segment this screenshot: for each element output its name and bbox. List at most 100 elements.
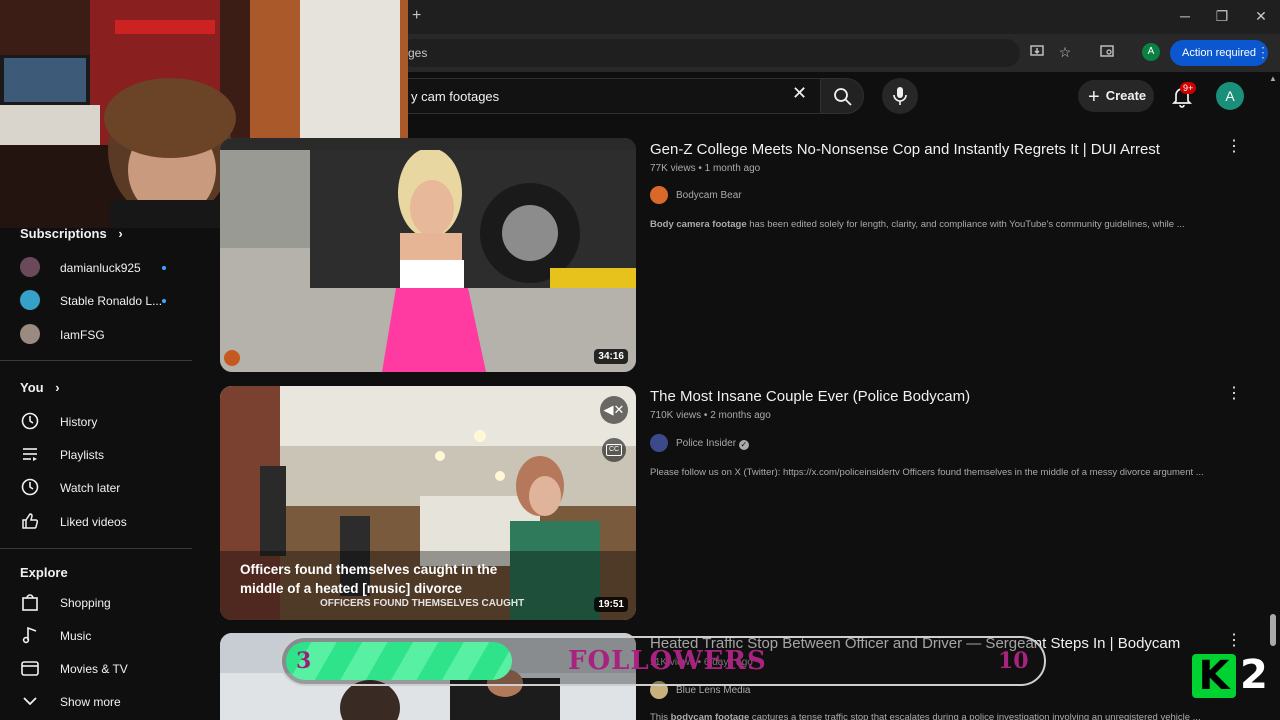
upload-age: 1 month ago — [704, 163, 761, 174]
subscription-item-damianluck925[interactable]: damianluck925 — [20, 257, 200, 281]
cc-label: CC — [606, 444, 622, 456]
chevron-right-icon: › — [55, 380, 60, 395]
close-window-icon[interactable]: ✕ — [1251, 8, 1271, 25]
clock-icon — [21, 478, 39, 496]
thumbs-up-icon — [22, 513, 39, 529]
history-icon — [21, 412, 39, 430]
sidebar-item-label: Music — [60, 629, 92, 643]
new-content-dot — [162, 299, 166, 303]
more-actions-icon[interactable]: ⋮ — [1226, 633, 1242, 649]
channel-avatar — [20, 290, 40, 310]
video-duration: 34:16 — [594, 349, 628, 364]
scroll-up-arrow-icon[interactable]: ▲ — [1269, 74, 1277, 83]
kick-logo: K — [1192, 654, 1236, 698]
music-note-icon — [22, 626, 37, 644]
upload-age: 2 months ago — [710, 410, 771, 421]
view-count: 77K views — [650, 163, 696, 174]
subscription-item-iamfsg[interactable]: IamFSG — [20, 324, 200, 348]
new-content-dot — [162, 266, 166, 270]
channel-avatar — [20, 324, 40, 344]
sidebar-item-label: Show more — [60, 695, 121, 709]
sidebar-item-label: History — [60, 415, 98, 429]
sidebar-item-label: Watch later — [60, 481, 121, 495]
sidebar-show-more[interactable]: Show more — [20, 691, 200, 715]
address-bar[interactable]: ges — [400, 39, 1020, 67]
channel-avatar — [650, 186, 668, 204]
shopping-bag-icon — [22, 594, 38, 611]
sidebar-item-movies-tv[interactable]: Movies & TV — [20, 658, 200, 682]
video-description: This bodycam footage captures a tense tr… — [650, 712, 1250, 720]
description-text: captures a tense traffic stop that escal… — [749, 712, 1201, 720]
bookmark-star-icon[interactable]: ☆ — [1056, 44, 1074, 61]
sidebar-item-label: Movies & TV — [60, 662, 128, 676]
video-title[interactable]: The Most Insane Couple Ever (Police Body… — [650, 388, 1210, 405]
follower-goal-fill — [286, 642, 512, 680]
video-metadata: 77K views • 1 month ago — [650, 163, 761, 174]
page-scrollbar[interactable]: ▲ — [1269, 74, 1277, 698]
film-icon — [21, 661, 39, 676]
sidebar-item-liked-videos[interactable]: Liked videos — [20, 511, 200, 535]
follower-goal-bar: 3 FOLLOWERS 10 — [280, 636, 1046, 686]
subscriptions-heading-label: Subscriptions — [20, 226, 107, 241]
chevron-down-icon — [23, 697, 37, 706]
search-query-text: y cam footages — [411, 89, 500, 104]
you-heading[interactable]: You › — [20, 380, 60, 395]
search-button[interactable] — [820, 78, 864, 114]
description-text: has been edited solely for length, clari… — [746, 219, 1185, 230]
you-heading-label: You — [20, 380, 44, 395]
sidebar-item-shopping[interactable]: Shopping — [20, 592, 200, 616]
kick-viewer-count: 2 — [1240, 652, 1268, 698]
channel-name-wrap: Police Insider ✓ — [676, 438, 749, 450]
more-actions-icon[interactable]: ⋮ — [1226, 139, 1242, 155]
view-count: 710K views — [650, 410, 702, 421]
sidebar-item-history[interactable]: History — [20, 411, 200, 435]
description-highlight: bodycam footage — [670, 712, 750, 720]
microphone-icon — [893, 87, 907, 105]
playlists-icon — [23, 448, 37, 461]
video-description: Body camera footage has been edited sole… — [650, 219, 1250, 230]
follower-goal-target: 10 — [998, 648, 1029, 674]
sidebar-item-label: Liked videos — [60, 515, 127, 529]
caption-overlay: Officers found themselves caught in the … — [240, 562, 498, 596]
create-button[interactable]: + Create — [1078, 80, 1154, 112]
sidebar-item-label: Shopping — [60, 596, 111, 610]
video-thumbnail-playing[interactable]: ◀✕ CC Officers found themselves caught i… — [220, 386, 636, 620]
more-actions-icon[interactable]: ⋮ — [1226, 386, 1242, 402]
new-tab-plus-icon[interactable]: + — [412, 7, 421, 25]
scrollbar-thumb[interactable] — [1270, 614, 1276, 646]
browser-profile-avatar[interactable]: A — [1142, 43, 1160, 61]
address-text: ges — [408, 46, 428, 60]
voice-search-button[interactable] — [882, 78, 918, 114]
subscription-label: damianluck925 — [60, 261, 141, 275]
subscriptions-heading[interactable]: Subscriptions › — [20, 226, 123, 241]
sidebar-item-playlists[interactable]: Playlists — [20, 444, 200, 468]
sidebar-item-label: Playlists — [60, 448, 105, 462]
minimize-icon[interactable]: ─ — [1175, 8, 1195, 24]
follower-count: 3 — [296, 648, 312, 674]
plus-icon: + — [1088, 86, 1100, 108]
video-thumbnail[interactable]: 34:16 — [220, 138, 636, 372]
video-duration: 19:51 — [594, 597, 628, 612]
verified-check-icon: ✓ — [738, 440, 749, 450]
sidebar-item-music[interactable]: Music — [20, 625, 200, 649]
closed-captions-button[interactable]: CC — [602, 438, 626, 462]
action-required-button[interactable]: Action required — [1170, 40, 1268, 66]
video-title[interactable]: Gen-Z College Meets No-Nonsense Cop and … — [650, 141, 1210, 158]
account-avatar[interactable]: A — [1216, 82, 1244, 110]
create-label: Create — [1105, 88, 1147, 103]
install-app-icon[interactable] — [1028, 44, 1046, 61]
sidebar-divider — [0, 360, 192, 361]
sidebar-item-watch-later[interactable]: Watch later — [20, 477, 200, 501]
subscription-item-stable-ronaldo[interactable]: Stable Ronaldo L... — [20, 290, 200, 314]
follower-goal-label: FOLLOWERS — [568, 646, 767, 676]
mute-icon[interactable]: ◀✕ — [600, 396, 628, 424]
search-icon — [834, 88, 852, 106]
restore-icon[interactable]: ❐ — [1212, 8, 1232, 25]
clear-search-icon[interactable]: ✕ — [792, 84, 807, 102]
chevron-right-icon: › — [118, 226, 123, 241]
search-input[interactable]: y cam footages — [400, 78, 820, 114]
channel-name: Bodycam Bear — [676, 190, 742, 201]
tab-search-icon[interactable] — [1098, 44, 1116, 61]
browser-menu-icon[interactable]: ⋮ — [1256, 44, 1270, 61]
explore-heading: Explore — [20, 565, 68, 580]
